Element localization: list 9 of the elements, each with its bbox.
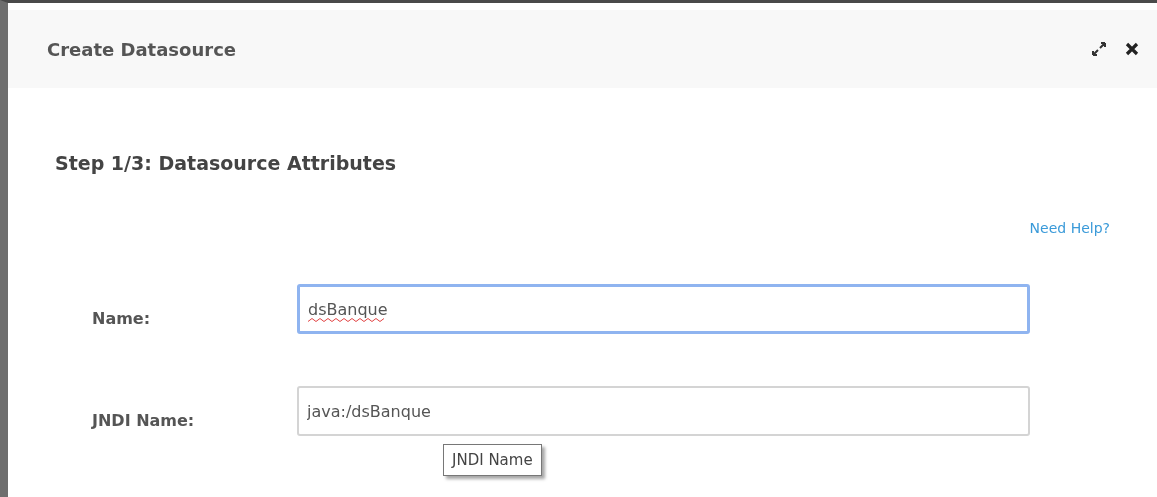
expand-arrows-icon bbox=[1091, 41, 1107, 57]
close-icon bbox=[1125, 42, 1139, 56]
field-label: Name: bbox=[91, 307, 152, 328]
tooltip: JNDI Name bbox=[443, 444, 542, 476]
dialog-title: Create Datasource bbox=[47, 38, 237, 60]
field-label: JNDI Name: bbox=[90, 409, 196, 430]
step-heading: Step 1/3: Datasource Attributes bbox=[55, 152, 398, 174]
text-field[interactable]: dsBanque bbox=[297, 284, 1030, 334]
text-field[interactable]: java:/dsBanque bbox=[297, 386, 1030, 436]
